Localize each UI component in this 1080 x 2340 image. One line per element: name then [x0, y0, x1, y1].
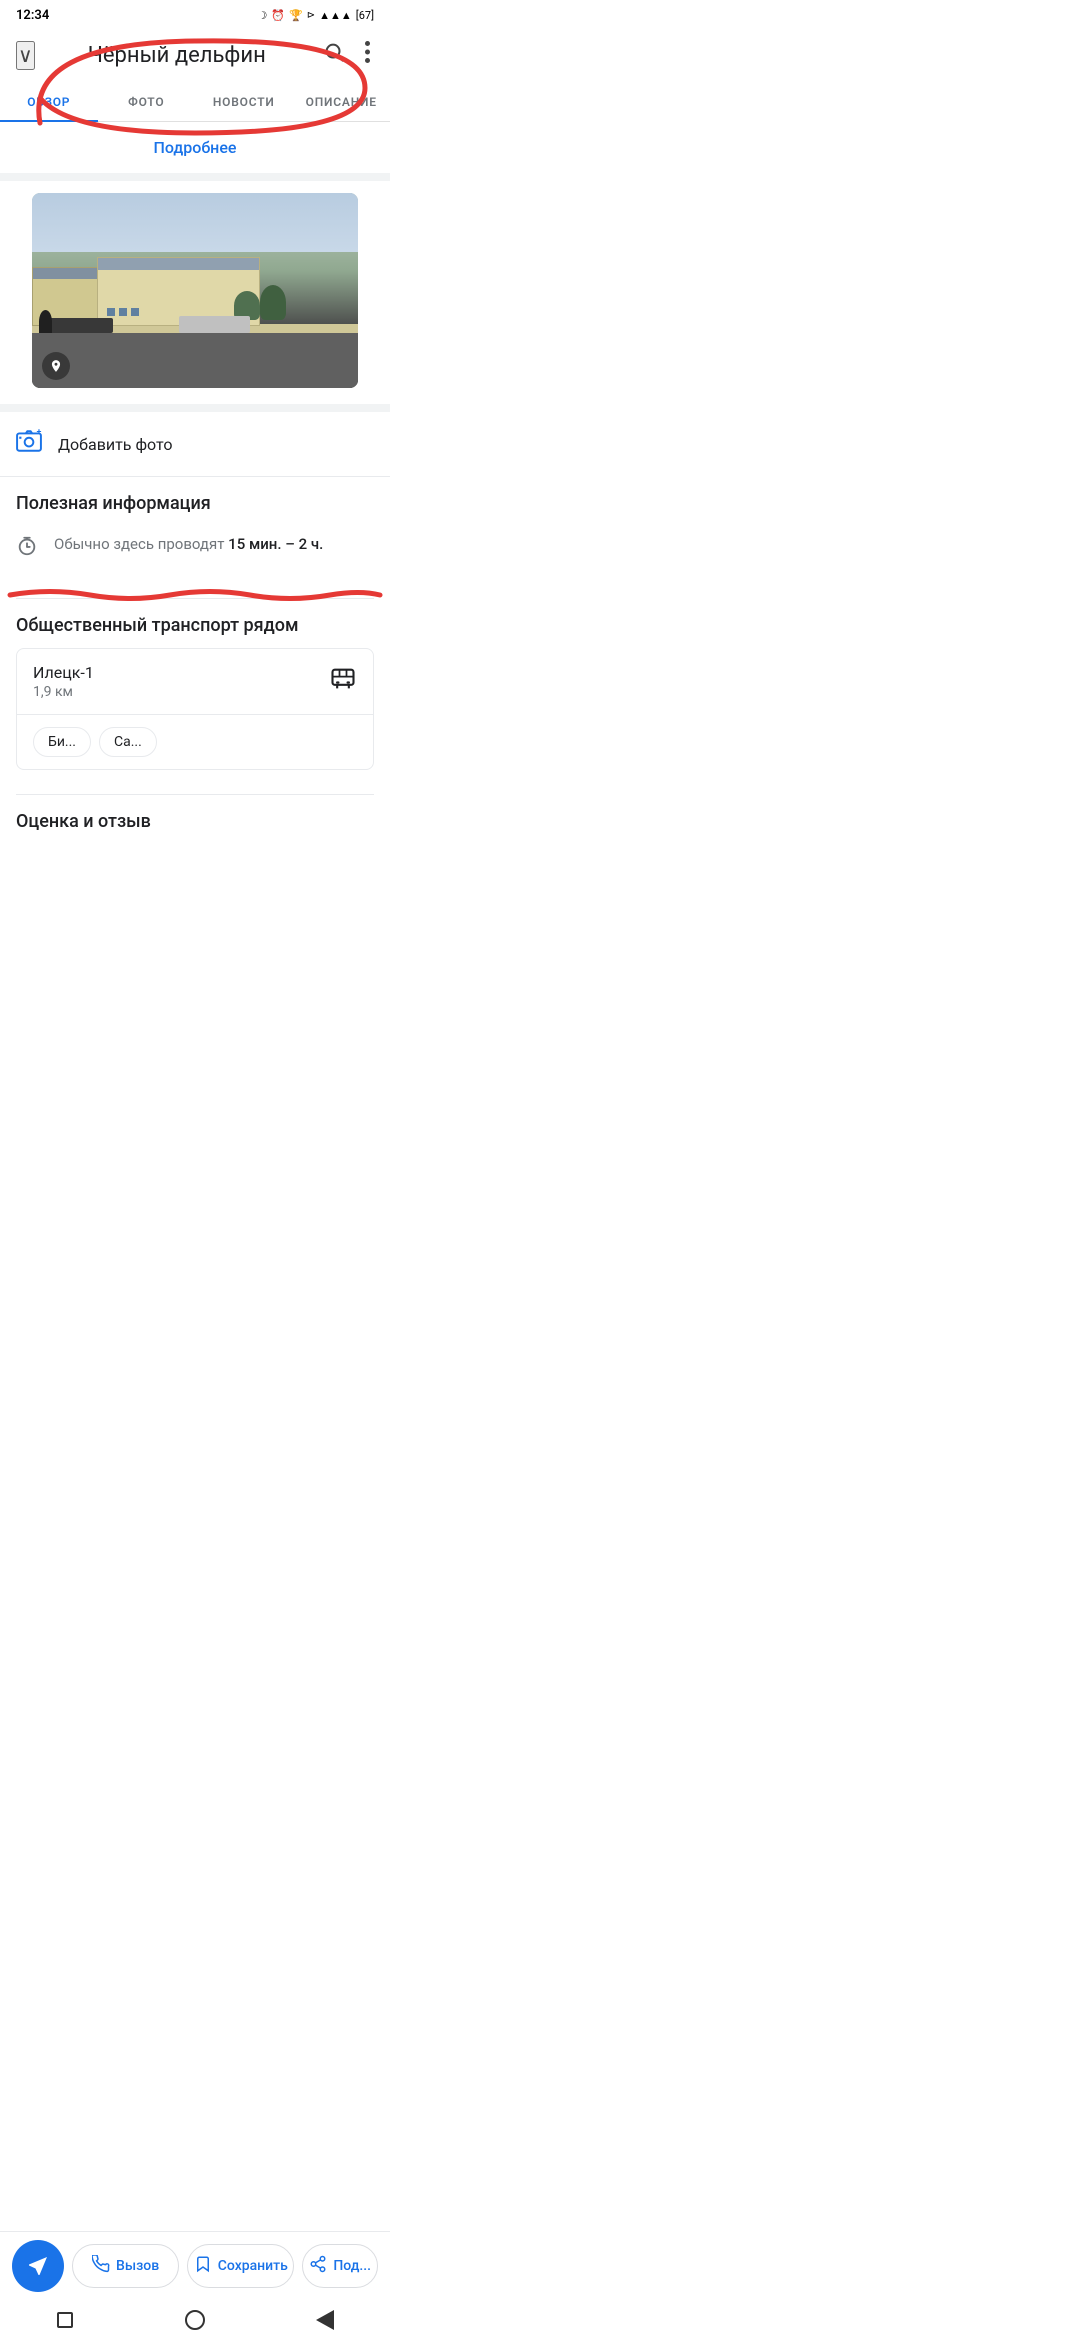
rating-title: Оценка и отзыв	[16, 811, 374, 832]
transport-name: Илецк-1	[33, 663, 94, 682]
tab-overview[interactable]: ОБЗОР	[0, 83, 98, 121]
sv-sky	[32, 193, 358, 252]
add-photo-icon: +	[16, 428, 42, 460]
street-view-image	[32, 193, 358, 388]
more-link[interactable]: Подробнее	[154, 138, 237, 157]
transport-distance: 1,9 км	[33, 684, 94, 700]
route-chip-0[interactable]: Би...	[33, 727, 91, 757]
status-icons: ☽ ⏰ 🏆 ⊳ ▲▲▲ [67]	[257, 9, 374, 22]
tab-description[interactable]: ОПИСАНИЕ	[293, 83, 391, 121]
add-photo-text: Добавить фото	[58, 435, 173, 454]
tab-news[interactable]: НОВОСТИ	[195, 83, 293, 121]
alarm-icon: ⏰	[271, 9, 285, 22]
street-view-container	[0, 181, 390, 388]
svg-text:+: +	[37, 428, 42, 438]
add-photo-row[interactable]: + Добавить фото	[0, 412, 390, 477]
sv-car1	[48, 318, 113, 334]
useful-info-section: Полезная информация Обычно здесь проводя…	[0, 477, 390, 586]
tab-photo[interactable]: ФОТО	[98, 83, 196, 121]
transport-title: Общественный транспорт рядом	[16, 615, 374, 636]
time-info-text: Обычно здесь проводят 15 мин. – 2 ч.	[54, 534, 323, 555]
trophy-icon: 🏆	[289, 9, 303, 22]
bottom-spacer	[0, 840, 390, 940]
route-chip-1[interactable]: Са...	[99, 727, 157, 757]
street-view[interactable]	[32, 193, 358, 388]
time-info-row: Обычно здесь проводят 15 мин. – 2 ч.	[16, 526, 374, 570]
status-time: 12:34	[16, 8, 49, 23]
timer-icon	[16, 535, 38, 562]
place-title: Чёрный дельфин	[47, 43, 307, 68]
transport-card-0: Илецк-1 1,9 км	[16, 648, 374, 770]
top-bar: ∨ Чёрный дельфин	[0, 27, 390, 83]
battery-icon: [67]	[356, 9, 374, 22]
back-button[interactable]: ∨	[16, 41, 35, 70]
street-view-icon	[42, 352, 70, 380]
transport-section: Общественный транспорт рядом Илецк-1 1,9…	[0, 599, 390, 794]
sv-road	[32, 330, 358, 389]
location-icon: ⊳	[307, 10, 315, 21]
divider-1	[0, 404, 390, 412]
transport-routes: Би... Са...	[17, 715, 373, 769]
sv-person	[39, 310, 52, 333]
rating-section: Оценка и отзыв	[0, 795, 390, 840]
sv-tree2	[260, 285, 286, 320]
search-button[interactable]	[319, 37, 349, 73]
transport-name-block: Илецк-1 1,9 км	[33, 663, 94, 700]
content: Подробнее	[0, 122, 390, 940]
moon-icon: ☽	[257, 9, 267, 22]
useful-info-title: Полезная информация	[16, 493, 374, 514]
more-button[interactable]	[361, 37, 374, 73]
more-link-section: Подробнее	[0, 122, 390, 181]
annotation-wavy-line	[0, 586, 390, 604]
transport-card-header: Илецк-1 1,9 км	[17, 649, 373, 715]
bus-icon	[329, 665, 357, 699]
annotation-line-container	[0, 586, 390, 598]
status-bar: 12:34 ☽ ⏰ 🏆 ⊳ ▲▲▲ [67]	[0, 0, 390, 27]
sv-car2	[179, 316, 251, 334]
tabs: ОБЗОР ФОТО НОВОСТИ ОПИСАНИЕ	[0, 83, 390, 122]
signal-icon: ▲▲▲	[319, 9, 352, 22]
